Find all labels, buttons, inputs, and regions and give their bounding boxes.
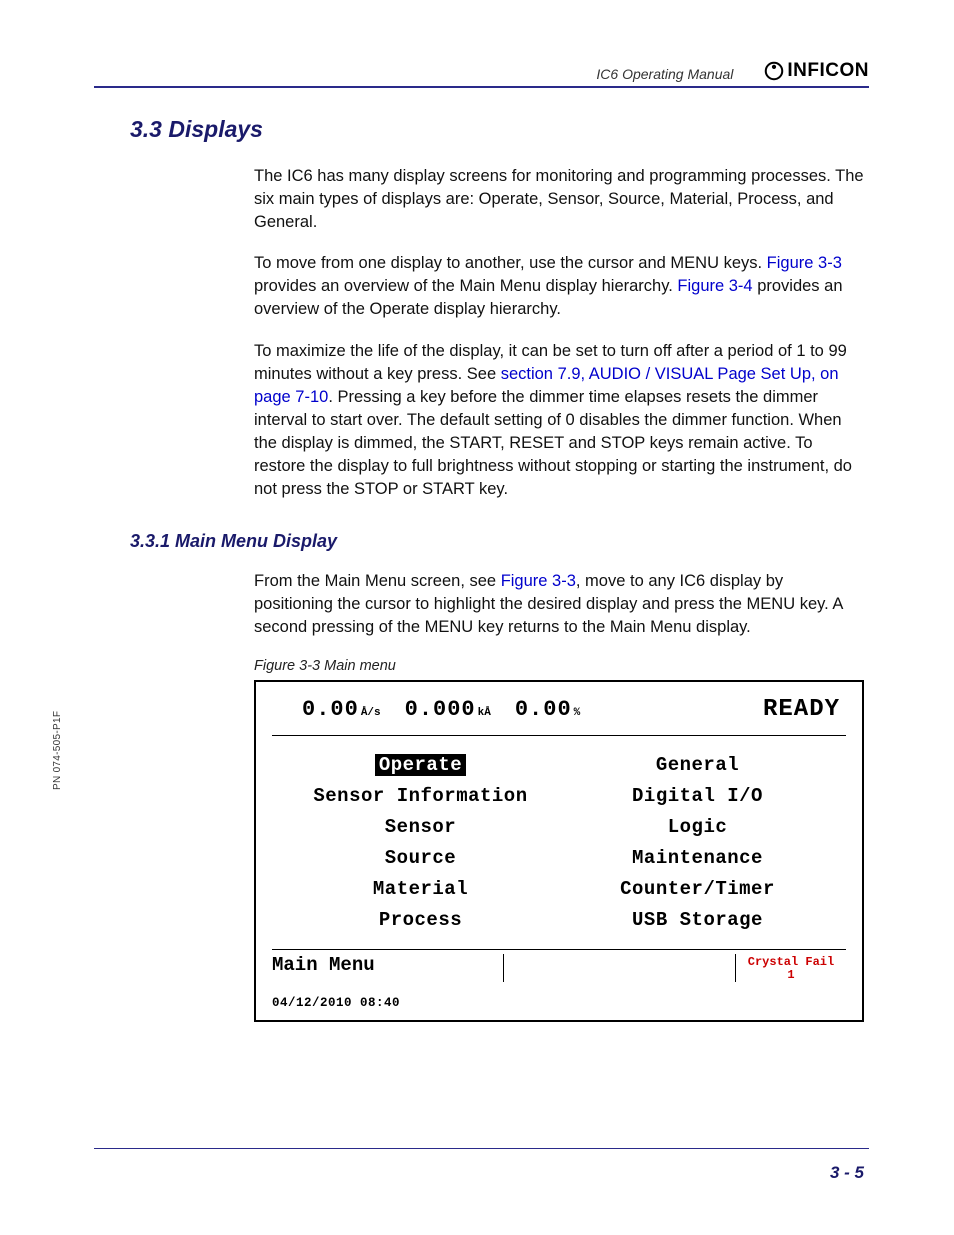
menu-item-maintenance[interactable]: Maintenance bbox=[632, 847, 763, 869]
figure-caption: Figure 3-3 Main menu bbox=[254, 658, 869, 674]
figure-3-3-link[interactable]: Figure 3-3 bbox=[767, 254, 842, 272]
alarm-indicator: Crystal Fail 1 bbox=[736, 954, 846, 982]
menu-item-material[interactable]: Material bbox=[373, 878, 468, 900]
screen-name-label: Main Menu bbox=[272, 954, 504, 982]
status-middle-cell bbox=[504, 954, 736, 982]
status-ready: READY bbox=[763, 696, 840, 723]
subsection-body: From the Main Menu screen, see Figure 3-… bbox=[254, 570, 864, 639]
menu-item-general[interactable]: General bbox=[656, 754, 739, 776]
readout-power: 0.00% bbox=[515, 697, 580, 722]
part-number-sidebar: PN 074-505-P1F bbox=[52, 711, 63, 790]
section-heading: 3.3 Displays bbox=[130, 116, 869, 143]
figure-3-4-link[interactable]: Figure 3-4 bbox=[677, 277, 752, 295]
brand-logo: INFICON bbox=[763, 60, 869, 82]
readout-rate: 0.00Å/s bbox=[302, 697, 381, 722]
brand-text: INFICON bbox=[787, 60, 869, 82]
running-header-title: IC6 Operating Manual bbox=[596, 66, 733, 82]
menu-item-source[interactable]: Source bbox=[385, 847, 456, 869]
figure-datetime: 04/12/2010 08:40 bbox=[272, 982, 846, 1010]
menu-right-column: General Digital I/O Logic Maintenance Co… bbox=[559, 754, 836, 931]
subsection-heading: 3.3.1 Main Menu Display bbox=[130, 531, 869, 552]
menu-item-sensor[interactable]: Sensor bbox=[385, 816, 456, 838]
page-number: 3 - 5 bbox=[830, 1163, 864, 1183]
menu-item-sensor-information[interactable]: Sensor Information bbox=[313, 785, 527, 807]
paragraph: To maximize the life of the display, it … bbox=[254, 340, 864, 502]
menu-grid: Operate Sensor Information Sensor Source… bbox=[272, 736, 846, 950]
page-header: IC6 Operating Manual INFICON bbox=[94, 60, 869, 88]
menu-item-digital-io[interactable]: Digital I/O bbox=[632, 785, 763, 807]
paragraph: The IC6 has many display screens for mon… bbox=[254, 165, 864, 234]
footer-rule bbox=[94, 1148, 869, 1149]
menu-item-operate[interactable]: Operate bbox=[375, 754, 466, 776]
paragraph: To move from one display to another, use… bbox=[254, 252, 864, 321]
figure-3-3: 0.00Å/s 0.000kÅ 0.00% READY Operate Sens… bbox=[254, 680, 864, 1022]
inficon-mark-icon bbox=[763, 60, 785, 82]
menu-item-usb-storage[interactable]: USB Storage bbox=[632, 909, 763, 931]
menu-item-logic[interactable]: Logic bbox=[668, 816, 728, 838]
figure-3-3-link[interactable]: Figure 3-3 bbox=[501, 572, 576, 590]
menu-item-process[interactable]: Process bbox=[379, 909, 462, 931]
paragraph: From the Main Menu screen, see Figure 3-… bbox=[254, 570, 864, 639]
figure-status-row: Main Menu Crystal Fail 1 bbox=[272, 950, 846, 982]
menu-item-counter-timer[interactable]: Counter/Timer bbox=[620, 878, 775, 900]
readout-thickness: 0.000kÅ bbox=[405, 697, 491, 722]
figure-readout-bar: 0.00Å/s 0.000kÅ 0.00% READY bbox=[272, 696, 846, 736]
section-body: The IC6 has many display screens for mon… bbox=[254, 165, 864, 501]
menu-left-column: Operate Sensor Information Sensor Source… bbox=[282, 754, 559, 931]
